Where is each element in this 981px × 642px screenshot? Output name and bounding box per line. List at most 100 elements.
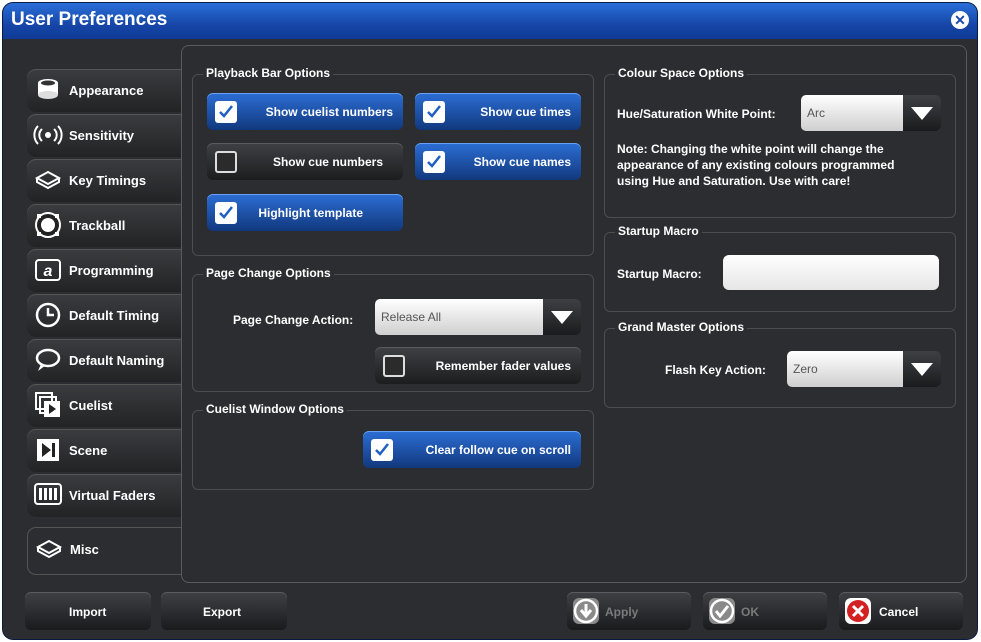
flash-key-action-label: Flash Key Action:	[665, 363, 766, 377]
button-label: Export	[203, 605, 242, 619]
misc-settings-panel: Playback Bar Options Show cuelist number…	[181, 45, 967, 583]
button-label: Cancel	[879, 605, 919, 619]
startup-macro-field[interactable]	[723, 255, 939, 290]
tab-label: Default Naming	[69, 353, 165, 368]
group-title: Page Change Options	[203, 266, 334, 280]
group-title: Colour Space Options	[615, 66, 748, 80]
clock-icon	[33, 301, 63, 329]
grand-master-options-group: Grand Master Options Flash Key Action: Z…	[604, 320, 956, 408]
group-title: Startup Macro	[615, 224, 702, 238]
flash-key-action-dropdown[interactable]: Zero	[787, 351, 941, 387]
tab-label: Default Timing	[69, 308, 160, 323]
checkbox-icon	[423, 101, 445, 123]
virtual-faders-icon	[33, 481, 63, 509]
tab-default-timing[interactable]: Default Timing	[27, 294, 182, 337]
checkmark-icon	[709, 598, 735, 624]
tab-sensitivity[interactable]: Sensitivity	[27, 114, 182, 157]
tab-misc[interactable]: Misc	[27, 527, 183, 575]
tab-default-naming[interactable]: Default Naming	[27, 339, 182, 382]
cancel-button[interactable]: Cancel	[839, 592, 963, 630]
startup-macro-label: Startup Macro:	[617, 267, 702, 281]
clear-follow-cue-checkbox[interactable]: Clear follow cue on scroll	[363, 431, 581, 468]
checkbox-label: Remember fader values	[435, 359, 571, 373]
startup-macro-group: Startup Macro Startup Macro:	[604, 224, 956, 312]
tab-label: Key Timings	[69, 173, 147, 188]
scene-icon	[33, 436, 63, 464]
ok-button[interactable]: OK	[703, 592, 827, 630]
white-point-dropdown[interactable]: Arc	[801, 95, 941, 131]
user-preferences-window: User Preferences ✕ Appearance Sensitivit…	[3, 3, 977, 639]
checkbox-icon	[215, 202, 237, 224]
button-label: OK	[741, 605, 759, 619]
show-cue-names-checkbox[interactable]: Show cue names	[415, 143, 581, 180]
trackball-icon	[33, 211, 63, 239]
tab-virtual-faders[interactable]: Virtual Faders	[27, 474, 182, 517]
chevron-down-icon[interactable]	[903, 95, 941, 131]
tab-label: Virtual Faders	[69, 488, 156, 503]
speech-bubble-icon	[33, 346, 63, 374]
dropdown-value: Release All	[375, 299, 543, 335]
appearance-icon	[33, 76, 63, 104]
checkbox-label: Highlight template	[258, 206, 363, 220]
tab-appearance[interactable]: Appearance	[27, 69, 182, 112]
tab-scene[interactable]: Scene	[27, 429, 182, 472]
checkbox-label: Show cue times	[480, 105, 571, 119]
checkbox-label: Show cue numbers	[272, 155, 383, 169]
page-change-action-label: Page Change Action:	[233, 313, 354, 327]
checkbox-icon	[383, 355, 405, 377]
dialog-content: Appearance Sensitivity Key Timings Track…	[11, 39, 969, 633]
checkbox-icon	[371, 439, 393, 461]
title-bar: User Preferences ✕	[3, 3, 977, 39]
apply-button[interactable]: Apply	[567, 592, 691, 630]
tab-label: Trackball	[69, 218, 126, 233]
cancel-x-icon	[845, 598, 871, 624]
white-point-label: Hue/Saturation White Point:	[617, 107, 776, 121]
tab-label: Scene	[69, 443, 108, 458]
close-icon[interactable]: ✕	[951, 11, 969, 29]
white-point-note: Note: Changing the white point will chan…	[617, 142, 895, 188]
dropdown-value: Arc	[801, 95, 903, 131]
cuelist-icon	[33, 391, 63, 419]
svg-text:a: a	[44, 263, 53, 280]
group-title: Cuelist Window Options	[203, 402, 347, 416]
tab-label: Appearance	[69, 83, 144, 98]
tab-trackball[interactable]: Trackball	[27, 204, 182, 247]
misc-icon	[34, 535, 64, 563]
export-button[interactable]: Export	[161, 592, 287, 630]
show-cuelist-numbers-checkbox[interactable]: Show cuelist numbers	[207, 93, 403, 130]
cuelist-window-options-group: Cuelist Window Options Clear follow cue …	[192, 402, 594, 490]
tab-label: Cuelist	[69, 398, 113, 413]
checkbox-icon	[423, 151, 445, 173]
group-title: Grand Master Options	[615, 320, 748, 334]
show-cue-times-checkbox[interactable]: Show cue times	[415, 93, 581, 130]
sensitivity-icon	[33, 121, 63, 149]
page-change-action-dropdown[interactable]: Release All	[375, 299, 581, 335]
tab-key-timings[interactable]: Key Timings	[27, 159, 182, 202]
highlight-template-checkbox[interactable]: Highlight template	[207, 194, 403, 231]
checkbox-icon	[215, 101, 237, 123]
checkbox-label: Show cuelist numbers	[265, 105, 393, 119]
chevron-down-icon[interactable]	[543, 299, 581, 335]
button-label: Apply	[605, 605, 639, 619]
download-arrow-icon	[573, 598, 599, 624]
checkbox-label: Show cue names	[473, 155, 571, 169]
playback-bar-options-group: Playback Bar Options Show cuelist number…	[192, 66, 594, 256]
tab-programming[interactable]: a Programming	[27, 249, 182, 292]
checkbox-label: Clear follow cue on scroll	[425, 443, 571, 457]
group-title: Playback Bar Options	[203, 66, 334, 80]
colour-space-options-group: Colour Space Options Hue/Saturation Whit…	[604, 66, 956, 218]
tab-label: Programming	[69, 263, 154, 278]
show-cue-numbers-checkbox[interactable]: Show cue numbers	[207, 143, 403, 180]
dropdown-value: Zero	[787, 351, 903, 387]
tab-cuelist[interactable]: Cuelist	[27, 384, 182, 427]
import-button[interactable]: Import	[25, 592, 151, 630]
page-change-options-group: Page Change Options Page Change Action: …	[192, 266, 594, 392]
remember-fader-values-checkbox[interactable]: Remember fader values	[375, 347, 581, 384]
tab-label: Misc	[70, 542, 99, 557]
checkbox-icon	[215, 151, 237, 173]
key-timings-icon	[33, 166, 63, 194]
window-title: User Preferences	[11, 9, 168, 30]
chevron-down-icon[interactable]	[903, 351, 941, 387]
button-label: Import	[69, 605, 107, 619]
programming-icon: a	[33, 256, 63, 284]
